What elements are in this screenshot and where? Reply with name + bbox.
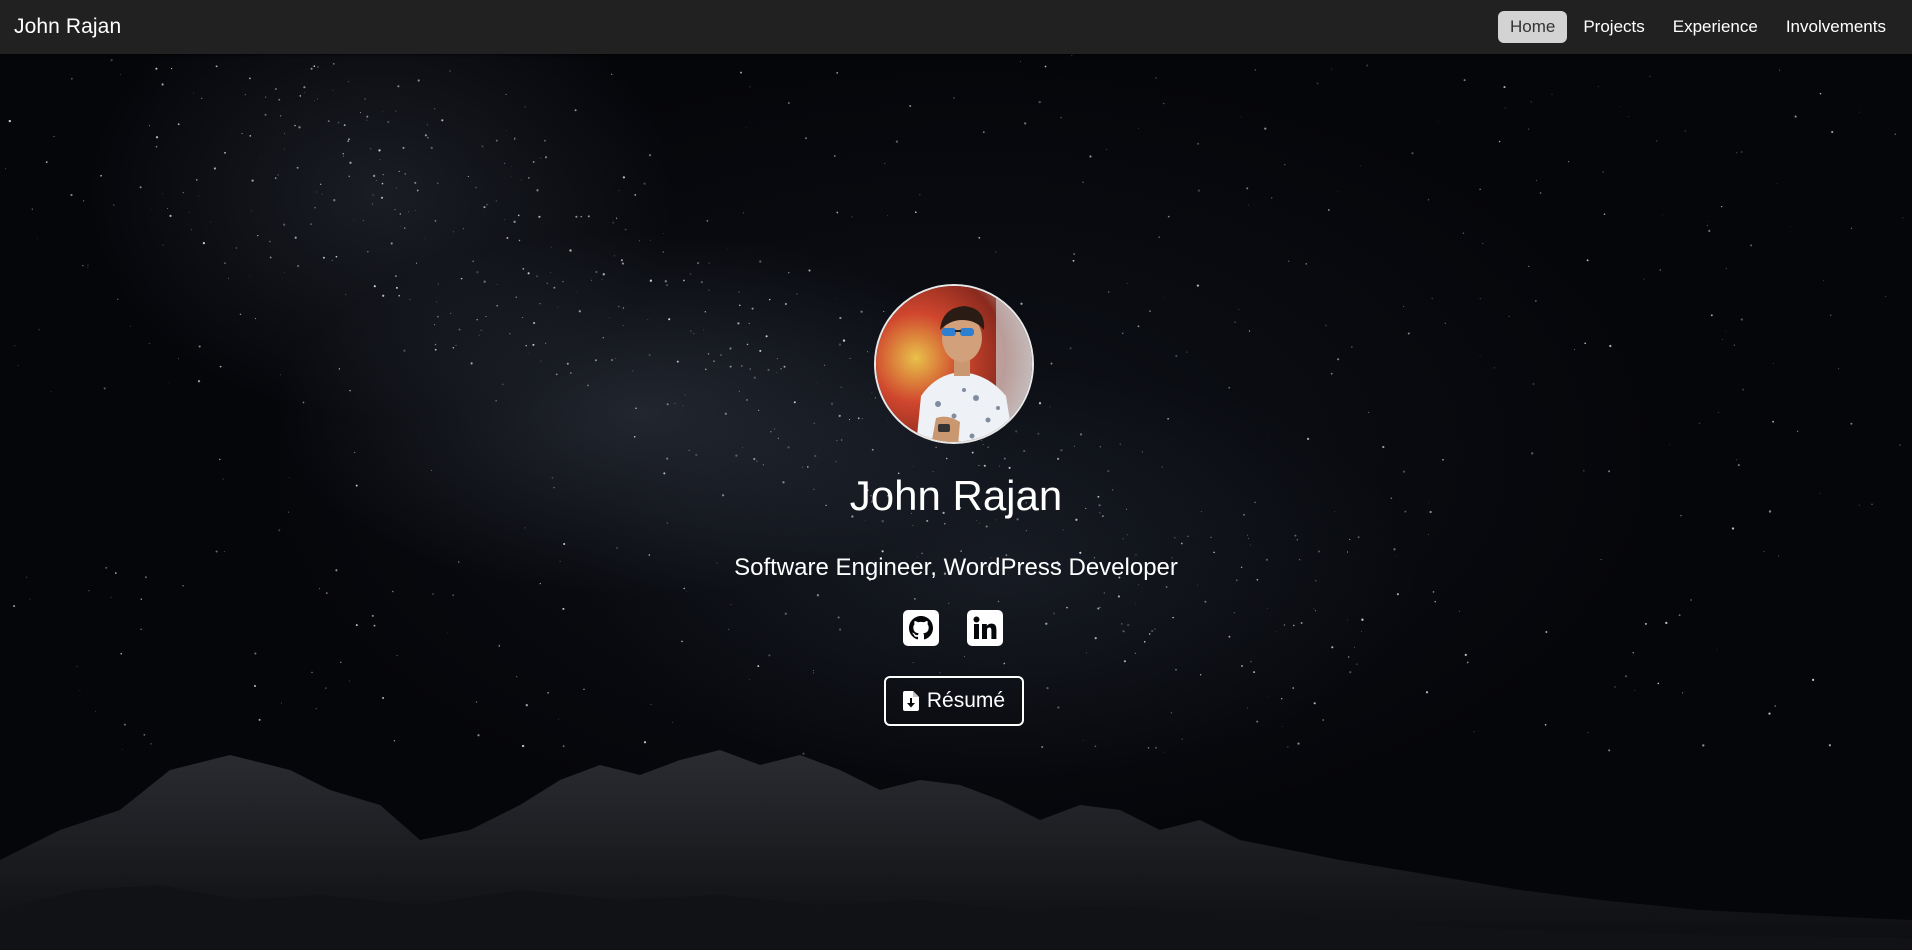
resume-button-label: Résumé (926, 689, 1006, 712)
nav-link-experience[interactable]: Experience (1661, 11, 1770, 43)
hero-name: John Rajan (849, 472, 1063, 519)
github-icon (903, 610, 939, 646)
hero-section: John Rajan Software Engineer, WordPress … (0, 54, 1912, 950)
github-link[interactable] (903, 610, 939, 646)
nav-link-involvements[interactable]: Involvements (1774, 11, 1898, 43)
social-links (903, 610, 1003, 646)
nav-link-home[interactable]: Home (1497, 11, 1568, 43)
nav-link-projects[interactable]: Projects (1571, 11, 1656, 43)
resume-button[interactable]: Résumé (884, 676, 1024, 726)
linkedin-icon (967, 610, 1003, 646)
hero-tagline: Software Engineer, WordPress Developer (734, 554, 1178, 581)
file-download-icon (902, 691, 919, 711)
hero-content: John Rajan Software Engineer, WordPress … (0, 54, 1912, 950)
top-navbar: John Rajan Home Projects Experience Invo… (0, 0, 1912, 54)
profile-photo (874, 284, 1034, 444)
nav-links: Home Projects Experience Involvements (1497, 11, 1898, 43)
linkedin-link[interactable] (967, 610, 1003, 646)
brand-link[interactable]: John Rajan (14, 15, 121, 39)
